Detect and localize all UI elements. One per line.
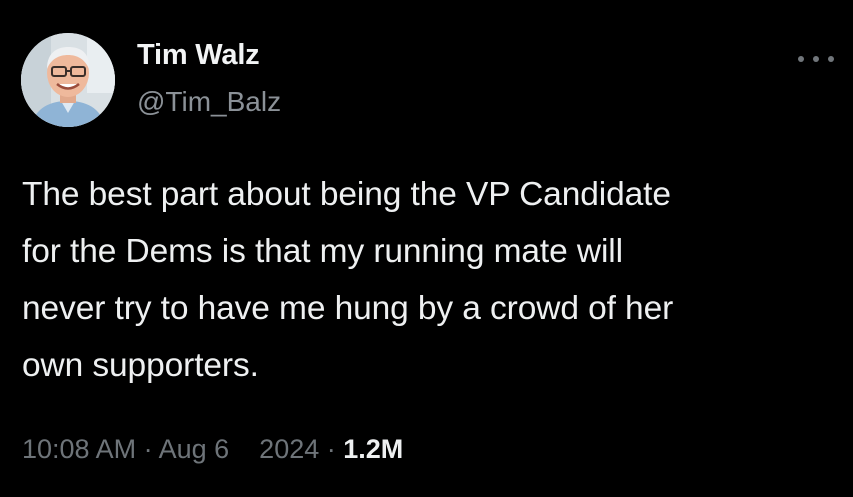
author-handle[interactable]: @Tim_Balz: [137, 86, 281, 118]
more-horizontal-icon: [828, 56, 834, 62]
view-count[interactable]: 1.2M: [343, 434, 403, 464]
tweet-card: Tim Walz @Tim_Balz The best part about b…: [0, 0, 853, 497]
tweet-time[interactable]: 10:08 AM: [22, 434, 136, 464]
tweet-text: The best part about being the VP Candida…: [22, 176, 674, 384]
avatar-photo-icon: [21, 33, 115, 127]
author-display-name[interactable]: Tim Walz: [137, 39, 260, 72]
meta-separator: ·: [319, 434, 344, 464]
tweet-meta: 10:08 AM · Aug 6 2024 · 1.2M: [22, 434, 403, 465]
more-horizontal-icon: [813, 56, 819, 62]
meta-gap: [229, 434, 259, 464]
more-horizontal-icon: [798, 56, 804, 62]
more-options-button[interactable]: [794, 46, 838, 70]
tweet-year: 2024: [259, 434, 320, 464]
author-avatar[interactable]: [21, 33, 115, 127]
tweet-date[interactable]: Aug 6: [159, 434, 230, 464]
meta-separator: ·: [136, 434, 159, 464]
